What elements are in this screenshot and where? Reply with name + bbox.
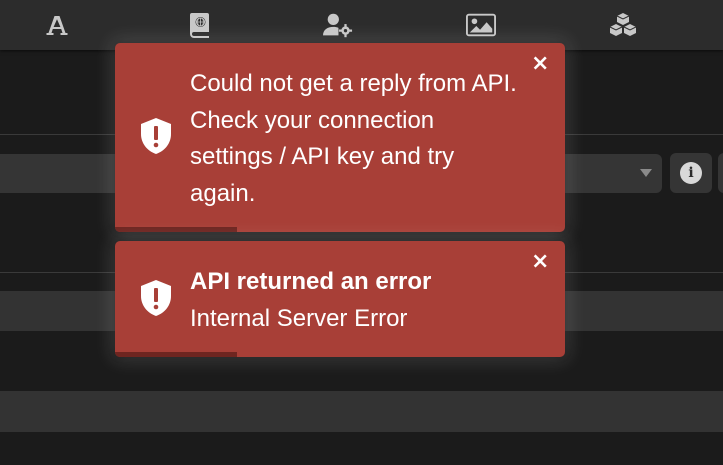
background-row — [0, 391, 723, 432]
toast-message: Internal Server Error — [190, 304, 408, 332]
cubes-icon[interactable] — [608, 10, 638, 40]
user-settings-icon[interactable] — [323, 10, 353, 40]
shield-warning-icon — [139, 117, 173, 155]
font-icon[interactable] — [42, 10, 72, 40]
close-icon[interactable]: × — [531, 251, 549, 273]
image-icon[interactable] — [466, 10, 496, 40]
info-button[interactable]: i — [670, 153, 712, 193]
toast-title: API returned an error — [190, 268, 432, 295]
toast-message: Could not get a reply from API. Check yo… — [190, 70, 517, 207]
info-icon: i — [680, 162, 702, 184]
toast-progress-bar — [115, 227, 237, 232]
toast-content: API returned an error Internal Server Er… — [190, 264, 517, 337]
shield-warning-icon — [139, 279, 173, 317]
book-icon[interactable] — [185, 10, 215, 40]
chevron-down-icon — [640, 169, 652, 177]
close-icon[interactable]: × — [531, 53, 549, 75]
error-toast-connection[interactable]: × Could not get a reply from API. Check … — [115, 43, 565, 232]
error-toast-server[interactable]: × API returned an error Internal Server … — [115, 241, 565, 357]
toast-progress-bar — [115, 352, 237, 357]
extra-button[interactable] — [718, 153, 723, 193]
toast-content: Could not get a reply from API. Check yo… — [190, 66, 517, 212]
